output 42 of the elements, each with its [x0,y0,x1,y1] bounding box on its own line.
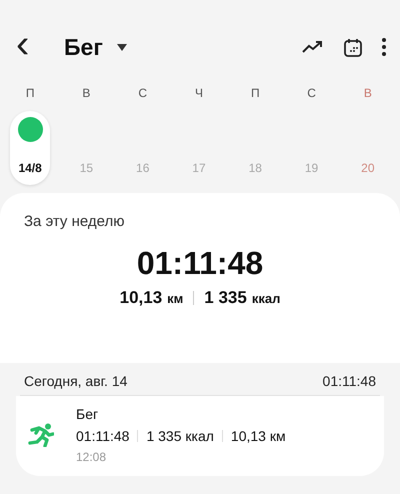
day-pill[interactable]: 15 [66,111,106,185]
day-date: 18 [248,161,262,175]
back-button[interactable]: ‹ [16,24,48,64]
weekday-label: С [138,85,148,102]
stat-unit: км [167,291,184,306]
weekday-label: В [364,85,372,102]
stat-value: 1 335 [204,288,247,308]
day-date: 14/8 [18,161,42,175]
workout-stat: 10,13 км [230,428,286,444]
day-pill[interactable]: 17 [178,111,219,185]
summary-title: За эту неделю [24,213,124,230]
more-icon[interactable] [382,38,386,56]
weekday-label: П [26,85,34,102]
day-pill[interactable]: 16 [122,111,163,185]
day-date: 15 [80,161,94,175]
day-date: 20 [361,161,375,175]
workout-stat: 1 335 ккал [146,428,214,444]
day-pill[interactable]: 20 [348,111,388,185]
calendar-icon[interactable] [344,38,362,56]
weekday-label: П [250,85,260,102]
weekday-label: В [82,85,90,102]
day-date: 17 [192,161,206,175]
weekday-label: С [307,85,316,102]
day-date: 16 [136,161,150,175]
workout-entry[interactable]: Бег 01:11:48 1 335 ккал 10,13 км 12:08 [16,396,384,476]
runner-icon [28,423,54,447]
trend-icon[interactable] [302,40,324,54]
day-label: Сегодня, авг. 14 [24,373,128,389]
weekday-label: Ч [194,85,203,102]
workout-name: Бег [76,406,100,422]
day-total: 01:11:48 [322,373,376,389]
stat-value: 10,13 [120,288,162,308]
total-duration: 01:11:48 [136,245,264,282]
screen-title: Бег [64,34,103,60]
day-pill[interactable]: 14/8 [10,111,50,185]
day-pill[interactable]: 19 [292,111,332,185]
workout-stat: 01:11:48 [76,428,130,444]
stat-unit: ккал [252,291,280,306]
day-date: 19 [304,161,318,175]
dropdown-caret-icon[interactable] [116,44,127,50]
workout-time: 12:08 [76,450,108,464]
day-pill[interactable]: 18 [235,111,276,185]
